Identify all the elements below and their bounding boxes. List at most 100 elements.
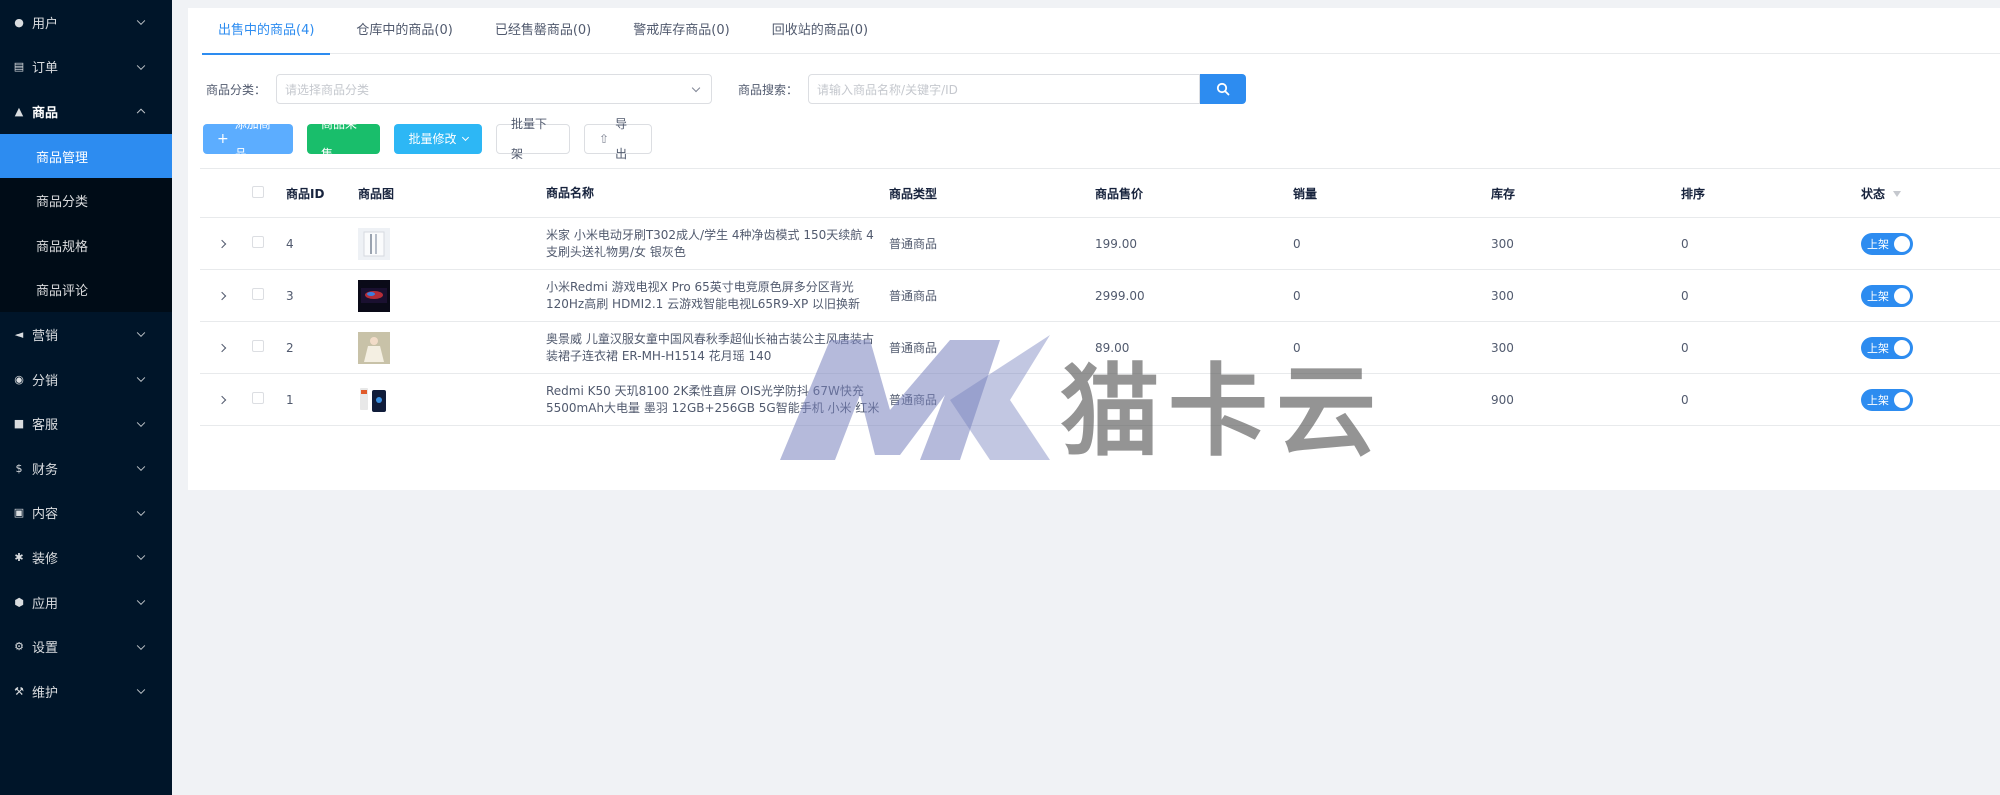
header-status: 状态 [1861, 185, 1981, 202]
goods-status-tabs: 出售中的商品(4) 仓库中的商品(0) 已经售罄商品(0) 警戒库存商品(0) … [202, 8, 2000, 55]
goods-id: 3 [286, 288, 294, 303]
filter-row: 商品分类： 请选择商品分类 商品搜索： 请输入商品名称/关键字/ID [206, 74, 1247, 104]
upload-icon: ⇧ [599, 132, 610, 146]
category-placeholder: 请选择商品分类 [285, 82, 370, 97]
row-checkbox[interactable] [252, 392, 286, 407]
goods-thumbnail [358, 383, 546, 416]
expand-row-button[interactable] [200, 343, 252, 352]
row-checkbox[interactable] [252, 288, 286, 303]
table-header: 商品ID 商品图 商品名称 商品类型 商品售价 销量 库存 排序 状态 [200, 168, 2000, 218]
sidebar-item-label: 内容 [32, 507, 59, 523]
book-icon: ▣ [13, 506, 25, 520]
header-name: 商品名称 [546, 185, 595, 200]
goods-stock: 300 [1491, 236, 1514, 251]
goods-sort: 0 [1681, 236, 1689, 251]
sidebar-item-content[interactable]: ▣ 内容 [0, 491, 172, 536]
user-icon: ● [14, 15, 24, 29]
collect-goods-button[interactable]: 商品采集 [307, 117, 380, 161]
search-button[interactable] [1200, 74, 1247, 104]
goods-sales: 0 [1293, 340, 1301, 355]
header-status-label: 状态 [1861, 186, 1886, 201]
sidebar-item-marketing[interactable]: ◄ 营销 [0, 312, 172, 357]
goods-price: 2999.00 [1095, 288, 1145, 303]
phone-image [358, 383, 390, 416]
category-select[interactable]: 请选择商品分类 [276, 74, 713, 104]
goods-type: 普通商品 [889, 289, 938, 303]
expand-row-button[interactable] [200, 291, 252, 300]
sidebar-item-distribution[interactable]: ◉ 分销 [0, 357, 172, 402]
sidebar-item-finance[interactable]: $ 财务 [0, 446, 172, 491]
search-icon [1216, 82, 1230, 96]
goods-id: 1 [286, 392, 294, 407]
dress-image [358, 331, 390, 364]
chevron-down-icon [136, 641, 146, 650]
add-goods-label: 添加商品 [234, 117, 271, 161]
expand-row-button[interactable] [200, 395, 252, 404]
status-toggle[interactable]: 上架 [1861, 284, 1913, 307]
goods-id: 4 [286, 236, 294, 251]
header-type: 商品类型 [889, 186, 938, 201]
sidebar-item-order[interactable]: ▤ 订单 [0, 45, 172, 90]
sidebar-item-settings[interactable]: ⚙ 设置 [0, 624, 172, 669]
status-toggle[interactable]: 上架 [1861, 336, 1913, 359]
sidebar-item-label: 设置 [32, 641, 59, 657]
sidebar-item-goods[interactable]: ▲ 商品 [0, 89, 172, 134]
chevron-up-icon [136, 109, 146, 118]
add-goods-button[interactable]: + 添加商品 [203, 117, 293, 161]
sidebar-item-decorate[interactable]: ✱ 装修 [0, 535, 172, 580]
export-button[interactable]: ⇧ 导出 [584, 117, 652, 161]
sidebar-item-app[interactable]: ⬢ 应用 [0, 580, 172, 625]
goods-sales: 0 [1293, 236, 1301, 251]
goods-stock: 300 [1491, 288, 1514, 303]
submenu-item-goods-category[interactable]: 商品分类 [0, 178, 172, 223]
export-label: 导出 [615, 117, 628, 161]
tab-sold-out[interactable]: 已经售罄商品(0) [479, 8, 607, 54]
tab-in-warehouse[interactable]: 仓库中的商品(0) [340, 8, 468, 54]
decorate-icon: ✱ [14, 550, 24, 564]
tab-on-sale[interactable]: 出售中的商品(4) [202, 8, 331, 55]
tab-low-stock[interactable]: 警戒库存商品(0) [617, 8, 745, 54]
marketing-icon: ◄ [14, 327, 24, 341]
chevron-right-icon [217, 291, 227, 300]
chevron-down-icon [136, 596, 146, 606]
filter-icon[interactable] [1893, 191, 1902, 197]
goods-name: 奥景威 儿童汉服女童中国风春秋季超仙长袖古装公主风唐装古装裙子连衣裙 ER-MH… [546, 331, 874, 363]
status-toggle[interactable]: 上架 [1861, 232, 1913, 255]
tab-recycle-bin[interactable]: 回收站的商品(0) [756, 8, 884, 54]
chevron-down-icon [136, 16, 146, 26]
sidebar-item-label: 应用 [32, 596, 59, 612]
submenu-item-goods-comment[interactable]: 商品评论 [0, 268, 172, 313]
chevron-right-icon [217, 239, 227, 248]
submenu-item-goods-spec[interactable]: 商品规格 [0, 223, 172, 268]
status-cell: 上架 [1861, 336, 1981, 359]
sidebar-item-label: 订单 [32, 61, 59, 77]
chevron-down-icon [461, 133, 469, 142]
goods-icon: ▲ [14, 104, 24, 118]
chevron-down-icon [136, 418, 146, 427]
header-sort: 排序 [1681, 186, 1706, 201]
status-cell: 上架 [1861, 388, 1981, 411]
submenu-item-goods-manage[interactable]: 商品管理 [0, 133, 172, 179]
chevron-down-icon [136, 329, 146, 338]
goods-submenu: 商品管理 商品分类 商品规格 商品评论 [0, 133, 172, 313]
tv-image [358, 279, 390, 312]
batch-edit-label: 批量修改 [408, 132, 457, 146]
search-input[interactable]: 请输入商品名称/关键字/ID [808, 74, 1201, 104]
goods-sort: 0 [1681, 288, 1689, 303]
status-cell: 上架 [1861, 232, 1981, 255]
row-checkbox[interactable] [252, 340, 286, 355]
sidebar-item-user[interactable]: ● 用户 [0, 0, 172, 45]
expand-row-button[interactable] [200, 239, 252, 248]
distribution-icon: ◉ [14, 372, 24, 386]
table-row: 1 Redmi K50 天玑8100 2K柔性直屏 OIS光学防抖 67W快充 … [200, 374, 2000, 426]
sidebar-item-maintain[interactable]: ⚒ 维护 [0, 669, 172, 714]
row-checkbox[interactable] [252, 236, 286, 251]
batch-edit-button[interactable]: 批量修改 [394, 124, 482, 154]
status-toggle[interactable]: 上架 [1861, 388, 1913, 411]
chevron-down-icon [136, 507, 146, 516]
goods-stock: 900 [1491, 392, 1514, 407]
select-all-checkbox[interactable] [252, 185, 286, 201]
cube-icon: ⬢ [14, 595, 24, 609]
sidebar-item-service[interactable]: ■ 客服 [0, 401, 172, 446]
batch-off-shelf-button[interactable]: 批量下架 [496, 117, 570, 161]
